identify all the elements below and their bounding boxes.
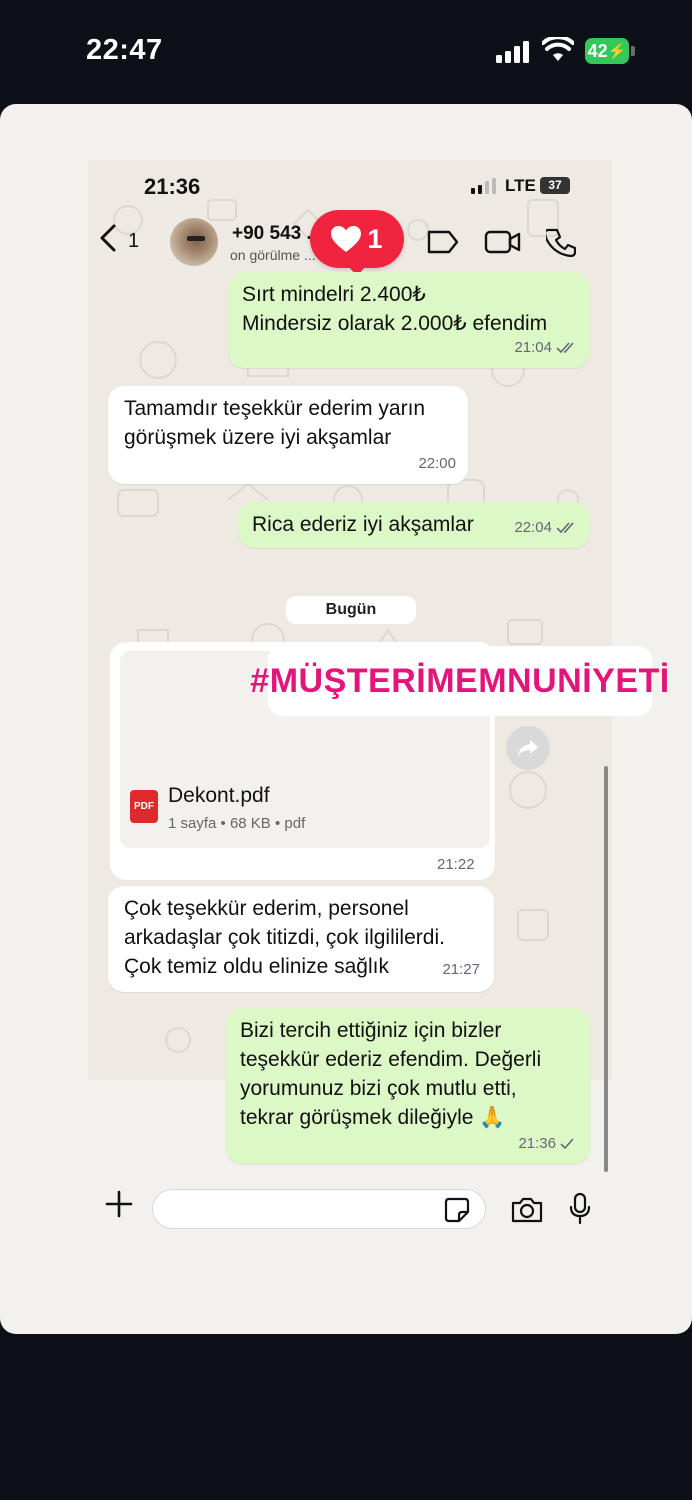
- message-time: 21:04: [514, 339, 552, 356]
- message-bubble-incoming[interactable]: Çok teşekkür ederim, personel arkadaşlar…: [108, 886, 494, 992]
- date-divider: Bugün: [286, 596, 416, 624]
- voice-call-icon[interactable]: [546, 227, 576, 257]
- battery-nub: [631, 46, 635, 56]
- battery-indicator: 42 ⚡: [585, 38, 629, 64]
- camera-icon[interactable]: [510, 1196, 544, 1224]
- document-name[interactable]: Dekont.pdf: [168, 784, 270, 808]
- pdf-file-icon: PDF: [130, 790, 158, 823]
- message-text: Rica ederiz iyi akşamlar: [252, 513, 474, 536]
- hashtag-sticker: #MÜŞTERİMEMNUNİYETİ: [250, 646, 669, 716]
- like-notification-badge: 1: [310, 210, 404, 276]
- avatar[interactable]: [170, 218, 218, 266]
- unread-count[interactable]: 1: [128, 230, 139, 253]
- back-chevron-icon[interactable]: [98, 224, 118, 259]
- message-text: Sırt mindelri 2.400₺ Mindersiz olarak 2.…: [242, 283, 548, 335]
- forward-arrow-icon: [518, 740, 538, 756]
- message-bubble-incoming[interactable]: Tamamdır teşekkür ederim yarın görüşmek …: [108, 386, 468, 484]
- chat-scrollbar[interactable]: [604, 766, 608, 1172]
- message-meta: 21:27: [442, 955, 480, 984]
- document-info: 1 sayfa • 68 KB • pdf: [168, 815, 306, 832]
- double-check-icon: [556, 341, 574, 353]
- cellular-signal-icon: [496, 41, 529, 63]
- message-meta: 22:00: [418, 449, 456, 478]
- message-text: Bizi tercih ettiğiniz için bizler teşekk…: [240, 1019, 542, 1129]
- like-count: 1: [367, 223, 383, 254]
- inner-clock: 21:36: [144, 174, 201, 199]
- message-text: Tamamdır teşekkür ederim yarın görüşmek …: [124, 397, 426, 449]
- double-check-icon: [556, 521, 574, 533]
- inner-battery: 37: [540, 177, 570, 194]
- message-bubble-outgoing[interactable]: Bizi tercih ettiğiniz için bizler teşekk…: [226, 1008, 590, 1164]
- outer-clock: 22:47: [86, 34, 163, 66]
- battery-level: 42: [587, 40, 608, 61]
- forward-button[interactable]: [506, 726, 550, 770]
- inner-signal-icon: [471, 178, 496, 194]
- message-input[interactable]: [152, 1189, 486, 1229]
- message-meta: 22:04: [514, 513, 578, 542]
- message-bubble-outgoing[interactable]: Rica ederiz iyi akşamlar 22:04: [238, 502, 590, 548]
- message-meta: 21:36: [518, 1129, 574, 1158]
- message-time: 22:04: [514, 519, 552, 536]
- charging-bolt-icon: ⚡: [607, 43, 627, 60]
- heart-icon: [331, 225, 362, 252]
- sticker-icon[interactable]: [444, 1197, 470, 1223]
- video-call-icon[interactable]: [484, 229, 522, 255]
- message-time: 21:27: [442, 961, 480, 978]
- wifi-icon: [542, 37, 574, 61]
- single-check-icon: [560, 1137, 574, 1149]
- network-type: LTE: [505, 176, 536, 195]
- message-bubble-outgoing[interactable]: Sırt mindelri 2.400₺ Mindersiz olarak 2.…: [228, 272, 590, 368]
- message-time: 21:36: [518, 1135, 556, 1152]
- outer-status-bar: 22:47 42 ⚡: [0, 0, 692, 100]
- attach-plus-icon[interactable]: [104, 1186, 134, 1228]
- document-time: 21:22: [437, 856, 475, 873]
- label-tag-icon[interactable]: [426, 229, 460, 255]
- message-text: Çok teşekkür ederim, personel arkadaşlar…: [124, 897, 445, 978]
- message-time: 22:00: [418, 455, 456, 472]
- microphone-icon[interactable]: [568, 1192, 592, 1226]
- message-meta: 21:04: [514, 333, 578, 362]
